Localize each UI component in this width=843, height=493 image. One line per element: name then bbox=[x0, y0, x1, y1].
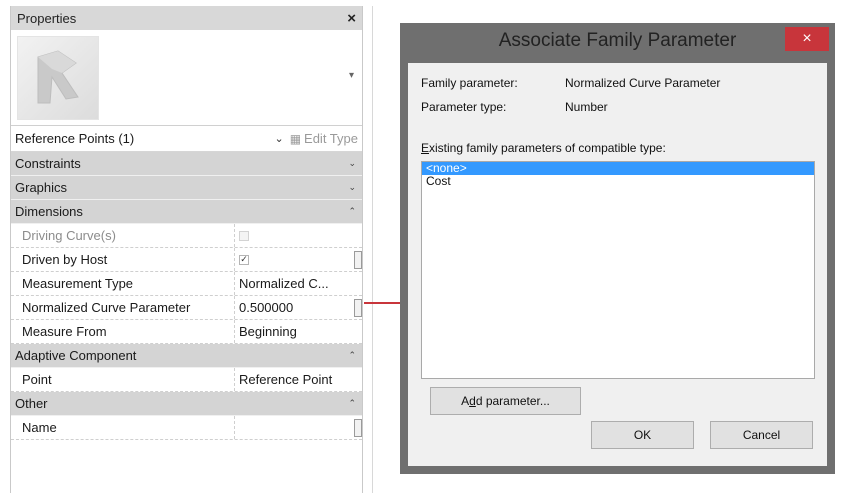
associate-family-parameter-dialog: Associate Family Parameter × Family para… bbox=[400, 23, 835, 474]
group-other[interactable]: Other ⌃ bbox=[11, 392, 362, 416]
type-selector-row: Reference Points (1) ⌄ ▦ Edit Type bbox=[11, 126, 362, 152]
edit-type-icon: ▦ bbox=[289, 131, 302, 146]
row-name: Point bbox=[11, 368, 235, 391]
row-driven-by-host: Driven by Host ✓ bbox=[11, 248, 362, 272]
properties-title-bar: Properties × bbox=[11, 6, 362, 30]
row-name: Normalized Curve Parameter bbox=[11, 296, 235, 319]
group-constraints-label: Constraints bbox=[15, 156, 81, 171]
associate-parameter-button[interactable] bbox=[354, 299, 362, 317]
point-value[interactable]: Reference Point bbox=[235, 368, 362, 391]
parameter-type-label: Parameter type: bbox=[421, 100, 507, 114]
group-adaptive-label: Adaptive Component bbox=[15, 348, 137, 363]
normalized-curve-parameter-value[interactable]: 0.500000 bbox=[235, 296, 362, 319]
list-item[interactable]: Cost bbox=[422, 175, 814, 188]
driving-curve-checkbox bbox=[239, 230, 249, 241]
dialog-body: Family parameter: Normalized Curve Param… bbox=[408, 63, 827, 466]
measurement-type-value[interactable]: Normalized C... bbox=[235, 272, 362, 295]
collapse-icon[interactable]: ⌃ bbox=[348, 350, 356, 361]
name-value[interactable] bbox=[235, 416, 362, 439]
row-name: Name bbox=[11, 416, 235, 439]
group-graphics[interactable]: Graphics ⌄ bbox=[11, 176, 362, 200]
group-adaptive-component[interactable]: Adaptive Component ⌃ bbox=[11, 344, 362, 368]
reference-point-family-icon bbox=[37, 50, 79, 104]
type-selector-value[interactable]: Reference Points (1) bbox=[15, 131, 134, 146]
existing-parameters-list[interactable]: <none> Cost bbox=[421, 161, 815, 379]
ok-button[interactable]: OK bbox=[591, 421, 694, 449]
cancel-button[interactable]: Cancel bbox=[710, 421, 813, 449]
row-point: Point Reference Point bbox=[11, 368, 362, 392]
expand-icon[interactable]: ⌄ bbox=[348, 182, 356, 193]
family-thumbnail bbox=[17, 36, 99, 120]
edit-type-button[interactable]: ▦ Edit Type bbox=[290, 131, 358, 146]
measure-from-value[interactable]: Beginning bbox=[235, 320, 362, 343]
edit-type-label: Edit Type bbox=[304, 131, 358, 146]
group-constraints[interactable]: Constraints ⌄ bbox=[11, 152, 362, 176]
group-other-label: Other bbox=[15, 396, 48, 411]
add-parameter-button[interactable]: Add parameter... bbox=[430, 387, 581, 415]
row-name: Measurement Type bbox=[11, 272, 235, 295]
associate-parameter-button[interactable] bbox=[354, 419, 362, 437]
collapse-icon[interactable]: ⌃ bbox=[348, 398, 356, 409]
type-selector-chevron-down-icon[interactable]: ⌄ bbox=[274, 132, 283, 145]
properties-palette: Properties × ▾ Reference Points (1) ⌄ ▦ … bbox=[10, 6, 363, 493]
divider bbox=[372, 6, 373, 493]
type-preview-area[interactable]: ▾ bbox=[11, 30, 362, 126]
list-item[interactable]: <none> bbox=[422, 162, 814, 175]
family-parameter-value: Normalized Curve Parameter bbox=[565, 76, 721, 90]
group-dimensions-label: Dimensions bbox=[15, 204, 83, 219]
parameter-type-value: Number bbox=[565, 100, 608, 114]
parameter-type-row: Parameter type: Number bbox=[421, 100, 608, 114]
group-dimensions[interactable]: Dimensions ⌃ bbox=[11, 200, 362, 224]
family-parameter-label: Family parameter: bbox=[421, 76, 518, 90]
group-graphics-label: Graphics bbox=[15, 180, 68, 195]
row-normalized-curve-parameter: Normalized Curve Parameter 0.500000 bbox=[11, 296, 362, 320]
row-name: Driven by Host bbox=[11, 248, 235, 271]
row-measurement-type: Measurement Type Normalized C... bbox=[11, 272, 362, 296]
existing-parameters-label: Existing family parameters of compatible… bbox=[421, 141, 666, 155]
row-driving-curve: Driving Curve(s) bbox=[11, 224, 362, 248]
associate-parameter-button[interactable] bbox=[354, 251, 362, 269]
row-name: Driving Curve(s) bbox=[11, 224, 235, 247]
row-name-field: Name bbox=[11, 416, 362, 440]
family-parameter-row: Family parameter: Normalized Curve Param… bbox=[421, 76, 720, 90]
expand-icon[interactable]: ⌄ bbox=[348, 158, 356, 169]
properties-title: Properties bbox=[17, 10, 77, 26]
properties-close-icon[interactable]: × bbox=[347, 11, 356, 26]
dialog-title: Associate Family Parameter bbox=[498, 30, 737, 51]
collapse-icon[interactable]: ⌃ bbox=[348, 206, 356, 217]
row-measure-from: Measure From Beginning bbox=[11, 320, 362, 344]
preview-dropdown-icon[interactable]: ▾ bbox=[349, 70, 354, 81]
driven-by-host-checkbox[interactable]: ✓ bbox=[239, 254, 249, 265]
properties-grid: Constraints ⌄ Graphics ⌄ Dimensions ⌃ Dr… bbox=[11, 152, 362, 440]
dialog-close-icon[interactable]: × bbox=[785, 27, 829, 51]
row-name: Measure From bbox=[11, 320, 235, 343]
